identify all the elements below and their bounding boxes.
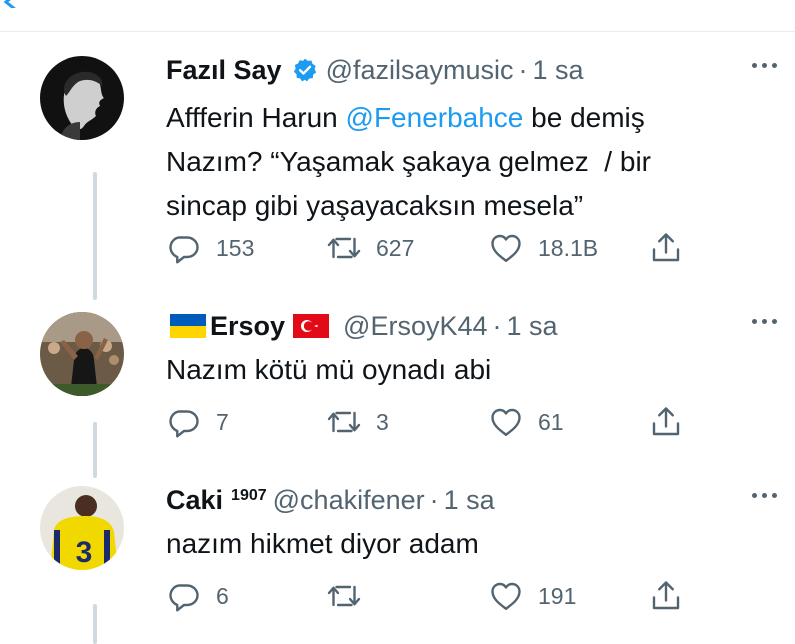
- retweet-icon: [327, 237, 361, 259]
- tweet[interactable]: 3 Caki 1907 @chakifener · 1 sa nazım hik…: [0, 482, 795, 632]
- like-button[interactable]: 191: [488, 578, 576, 614]
- like-button[interactable]: 18.1B: [488, 230, 598, 266]
- more-options-icon[interactable]: [752, 488, 784, 502]
- retweet-count: 627: [376, 234, 415, 261]
- tweet-header: Caki 1907 @chakifener · 1 sa: [166, 482, 495, 518]
- heart-icon: [491, 582, 521, 610]
- like-count: 191: [538, 582, 577, 609]
- avatar[interactable]: [40, 56, 124, 140]
- share-icon: [652, 407, 680, 436]
- share-button[interactable]: [648, 230, 684, 266]
- reply-count: 153: [216, 234, 255, 261]
- profile-photo: [40, 312, 124, 396]
- retweet-icon: [327, 411, 361, 433]
- svg-text:3: 3: [76, 536, 93, 569]
- tweet-text: nazım hikmet diyor adam: [166, 528, 479, 559]
- verified-badge-icon: [293, 58, 316, 82]
- user-handle[interactable]: @chakifener: [273, 485, 425, 516]
- avatar[interactable]: [40, 312, 124, 396]
- heart-icon: [491, 408, 521, 436]
- retweet-button[interactable]: 627: [326, 230, 414, 266]
- reply-icon: [169, 236, 199, 264]
- tweet-text: Affferin Harun @Fenerbahce be demiş Nazı…: [166, 96, 756, 228]
- tweet-text-part: Affferin Harun: [166, 102, 346, 133]
- reply-button[interactable]: 6: [166, 578, 229, 614]
- tweet-header: Fazıl Say @fazilsaymusic · 1 sa: [166, 52, 584, 88]
- turkey-flag-icon: [293, 314, 330, 338]
- tweet-actions: 6 191: [166, 578, 726, 618]
- name-badge: 1907: [231, 487, 267, 504]
- more-options-icon[interactable]: [752, 314, 784, 328]
- profile-photo: 3: [40, 486, 124, 570]
- reply-count: 7: [216, 408, 229, 435]
- timestamp[interactable]: 1 sa: [533, 55, 584, 86]
- tweet[interactable]: Ersoy @ErsoyK44 · 1 sa Nazım kötü mü oyn…: [0, 308, 795, 458]
- share-button[interactable]: [648, 578, 684, 614]
- like-count: 61: [538, 408, 564, 435]
- retweet-count: 3: [376, 408, 389, 435]
- retweet-button[interactable]: 3: [326, 404, 389, 440]
- reply-button[interactable]: 7: [166, 404, 229, 440]
- reply-icon: [169, 584, 199, 612]
- reply-icon: [169, 410, 199, 438]
- timestamp[interactable]: 1 sa: [507, 311, 558, 342]
- display-name[interactable]: Caki: [166, 485, 223, 516]
- display-name[interactable]: Fazıl Say: [166, 55, 282, 86]
- avatar[interactable]: 3: [40, 486, 124, 570]
- share-icon: [652, 233, 680, 262]
- tweet[interactable]: Fazıl Say @fazilsaymusic · 1 sa Affferin…: [0, 52, 795, 282]
- tweet-actions: 7 3 61: [166, 404, 726, 444]
- tweet-actions: 153 627 18.1B: [166, 230, 726, 270]
- tweet-text: Nazım kötü mü oynadı abi: [166, 354, 492, 385]
- display-name[interactable]: Ersoy: [210, 311, 285, 342]
- retweet-icon: [327, 585, 361, 607]
- retweet-button[interactable]: [326, 578, 376, 614]
- ukraine-flag-icon: [170, 314, 206, 338]
- separator-dot: ·: [518, 54, 528, 85]
- top-bar: [0, 0, 795, 32]
- like-button[interactable]: 61: [488, 404, 564, 440]
- separator-dot: ·: [492, 310, 502, 341]
- back-arrow-icon[interactable]: [0, 0, 24, 8]
- timestamp[interactable]: 1 sa: [444, 485, 495, 516]
- share-button[interactable]: [648, 404, 684, 440]
- heart-icon: [491, 234, 521, 262]
- user-handle[interactable]: @ErsoyK44: [343, 311, 487, 342]
- share-icon: [652, 581, 680, 610]
- mention-link[interactable]: @Fenerbahce: [346, 102, 524, 133]
- user-handle[interactable]: @fazilsaymusic: [326, 55, 514, 86]
- tweet-header: Ersoy @ErsoyK44 · 1 sa: [166, 308, 558, 344]
- more-options-icon[interactable]: [752, 58, 784, 72]
- like-count: 18.1B: [538, 234, 599, 261]
- reply-button[interactable]: 153: [166, 230, 254, 266]
- reply-count: 6: [216, 582, 229, 609]
- separator-dot: ·: [429, 484, 439, 515]
- profile-photo: [40, 56, 124, 140]
